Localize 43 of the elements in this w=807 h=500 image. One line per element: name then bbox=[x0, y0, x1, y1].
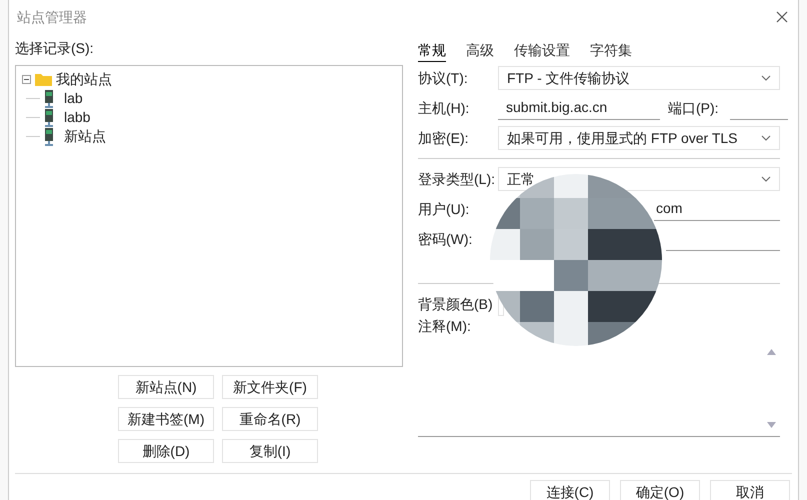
tree-item[interactable]: 我的站点 bbox=[56, 69, 112, 90]
tree-action-button[interactable]: 重命名(R) bbox=[222, 407, 318, 431]
close-icon[interactable] bbox=[776, 11, 788, 23]
tab[interactable]: 传输设置 bbox=[514, 40, 570, 62]
tab[interactable]: 字符集 bbox=[590, 40, 632, 62]
collapse-toggle[interactable] bbox=[22, 75, 31, 84]
tree-action-button[interactable]: 删除(D) bbox=[118, 439, 214, 463]
tree-action-button[interactable]: 新文件夹(F) bbox=[222, 375, 318, 399]
dialog-button[interactable]: 确定(O) bbox=[620, 480, 700, 500]
dialog-button[interactable]: 连接(C) bbox=[530, 480, 610, 500]
scroll-down-icon[interactable] bbox=[767, 422, 776, 428]
server-icon bbox=[44, 108, 54, 126]
field-label: 注释(M): bbox=[418, 317, 472, 336]
field-label: 背景颜色(B) bbox=[418, 294, 494, 314]
chevron-down-icon bbox=[761, 135, 771, 141]
server-icon bbox=[44, 90, 54, 108]
folder-icon bbox=[35, 73, 52, 86]
chevron-down-icon bbox=[761, 176, 771, 182]
protocol-select[interactable]: FTP - 文件传输协议 bbox=[498, 66, 780, 90]
field-label: 协议(T): bbox=[418, 68, 469, 88]
tab[interactable]: 高级 bbox=[466, 40, 494, 62]
scroll-up-icon[interactable] bbox=[767, 349, 776, 355]
dialog-button[interactable]: 取消 bbox=[710, 480, 790, 500]
field-label: 端口(P): bbox=[668, 98, 720, 118]
field-label: 加密(E): bbox=[418, 128, 470, 148]
field-label: 密码(W): bbox=[418, 230, 474, 249]
chevron-down-icon bbox=[761, 75, 771, 81]
tab[interactable]: 常规 bbox=[418, 40, 446, 62]
user-field[interactable]: com bbox=[654, 197, 780, 221]
encryption-select[interactable]: 如果可用，使用显式的 FTP over TLS bbox=[498, 126, 780, 150]
window-title: 站点管理器 bbox=[17, 8, 87, 26]
tree-item[interactable]: lab bbox=[64, 88, 83, 109]
tree-item[interactable]: 新站点 bbox=[64, 126, 106, 147]
tree-action-button[interactable]: 新建书签(M) bbox=[118, 407, 214, 431]
host-field[interactable]: submit.big.ac.cn bbox=[498, 96, 660, 120]
tree-item[interactable]: labb bbox=[64, 107, 90, 128]
field-label: 主机(H): bbox=[418, 98, 470, 118]
tree-action-button[interactable]: 新站点(N) bbox=[118, 375, 214, 399]
field-label: 登录类型(L): bbox=[418, 170, 496, 189]
tree-label: 选择记录(S): bbox=[15, 39, 95, 58]
tree-action-button[interactable]: 复制(I) bbox=[222, 439, 318, 463]
field-label: 用户(U): bbox=[418, 200, 470, 219]
server-icon bbox=[44, 128, 54, 146]
